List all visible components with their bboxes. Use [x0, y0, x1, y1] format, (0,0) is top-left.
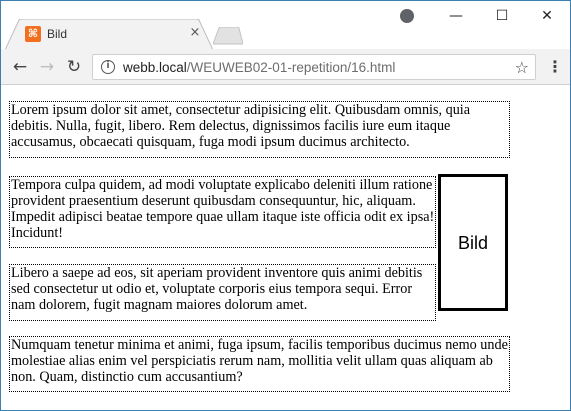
image-label: Bild — [457, 232, 488, 253]
tab-close-icon[interactable]: × — [188, 26, 202, 40]
paragraph-2: Tempora culpa quidem, ad modi voluptate … — [9, 176, 436, 248]
tab-title: Bild — [47, 27, 68, 41]
paragraph-4: Numquam tenetur minima et animi, fuga ip… — [9, 336, 510, 392]
url-text[interactable]: webb.local/WEUWEB02-01-repetition/16.htm… — [123, 60, 395, 75]
close-window-button[interactable]: ✕ — [524, 1, 570, 31]
paragraph-3: Libero a saepe ad eos, sit aperiam provi… — [9, 264, 436, 321]
maximize-button[interactable]: ☐ — [479, 1, 525, 31]
browser-menu-icon[interactable]: ⋮ — [547, 57, 563, 77]
minimize-button[interactable]: — — [433, 1, 479, 31]
image-placeholder: Bild — [438, 174, 508, 311]
browser-window: ⌘ Bild × — ☐ ✕ ← → ↻ i webb.local/WEUWEB… — [0, 0, 571, 411]
address-bar[interactable]: i webb.local/WEUWEB02-01-repetition/16.h… — [92, 54, 536, 80]
paragraph-1: Lorem ipsum dolor sit amet, consectetur … — [9, 101, 510, 158]
new-tab-button[interactable] — [213, 27, 243, 45]
site-info-icon[interactable]: i — [101, 60, 115, 74]
profile-avatar-icon[interactable] — [400, 9, 414, 23]
bookmark-star-icon[interactable]: ☆ — [515, 58, 529, 77]
xampp-favicon-icon: ⌘ — [25, 26, 41, 42]
url-path: /WEUWEB02-01-repetition/16.html — [186, 60, 396, 75]
browser-toolbar: ← → ↻ i webb.local/WEUWEB02-01-repetitio… — [1, 49, 570, 85]
page-viewport: Lorem ipsum dolor sit amet, consectetur … — [1, 86, 570, 410]
back-button[interactable]: ← — [10, 57, 30, 77]
title-bar: ⌘ Bild × — ☐ ✕ — [1, 1, 570, 50]
reload-button[interactable]: ↻ — [64, 57, 84, 77]
url-host: webb.local — [123, 60, 187, 75]
forward-button[interactable]: → — [37, 57, 57, 77]
